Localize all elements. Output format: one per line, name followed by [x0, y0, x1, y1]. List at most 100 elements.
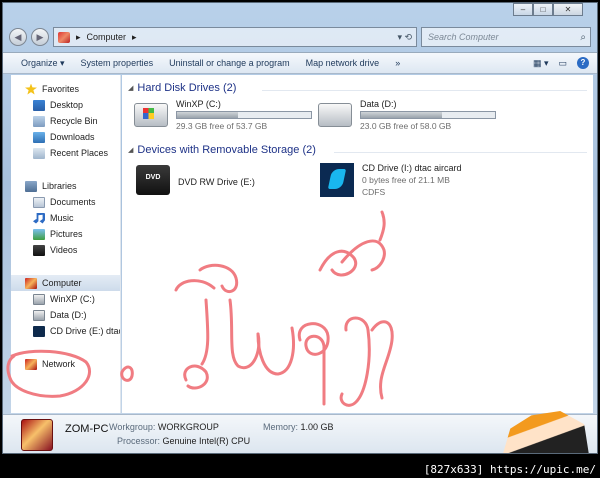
breadcrumb-computer[interactable]: Computer [87, 32, 127, 42]
sidebar-item-label: Data (D:) [50, 310, 87, 320]
content-pane: ◢ Hard Disk Drives (2) WinXP (C:) 29.3 GB… [122, 75, 593, 413]
sidebar-item-libraries[interactable]: Libraries [11, 178, 120, 194]
sidebar-item-label: Computer [42, 278, 82, 288]
help-icon[interactable]: ? [577, 57, 589, 69]
sidebar-item-drive-d[interactable]: Data (D:) [11, 307, 120, 323]
sidebar-item-cd-drive[interactable]: CD Drive (E:) dtac [11, 323, 120, 339]
recent-places-icon [33, 147, 45, 159]
breadcrumb-separator: ▸ [132, 31, 137, 42]
sidebar-item-label: Videos [50, 245, 78, 255]
computer-name: ZOM-PC [65, 423, 109, 435]
navigation-pane: Favorites Desktop Recycle Bin Downloads … [11, 75, 121, 413]
sidebar-item-label: Downloads [50, 132, 95, 142]
explorer-window: – □ ✕ ◀ ▶ ▸ Computer ▸ ▾ ⟲ Search Comput… [2, 2, 598, 454]
back-button[interactable]: ◀ [9, 28, 27, 46]
dvd-drive-icon: DVD [136, 165, 170, 195]
drive-free-space: 23.0 GB free of 58.0 GB [360, 121, 452, 131]
address-row: ◀ ▶ ▸ Computer ▸ ▾ ⟲ Search Computer ⌕ [9, 25, 591, 49]
drive-free-space: 29.3 GB free of 53.7 GB [176, 121, 268, 131]
sidebar-item-videos[interactable]: Videos [11, 242, 120, 258]
preview-pane-icon[interactable]: ▭ [558, 58, 567, 69]
hard-drive-icon [33, 293, 45, 305]
drive-name: WinXP (C:) [176, 99, 221, 109]
anime-character-decoration [502, 411, 589, 453]
view-options-icon[interactable]: ▦ ▾ [533, 58, 549, 69]
cd-drive-icon [33, 325, 45, 337]
hard-drive-icon [318, 103, 352, 127]
collapse-arrow-icon[interactable]: ◢ [128, 146, 133, 154]
search-icon[interactable]: ⌕ [580, 32, 586, 43]
address-bar[interactable]: ▸ Computer ▸ ▾ ⟲ [53, 27, 417, 47]
sidebar-item-music[interactable]: Music [11, 210, 120, 226]
sidebar-item-label: Libraries [42, 181, 77, 191]
drive-name: Data (D:) [360, 99, 397, 109]
sidebar-item-desktop[interactable]: Desktop [11, 97, 120, 113]
sidebar-item-pictures[interactable]: Pictures [11, 226, 120, 242]
collapse-arrow-icon[interactable]: ◢ [128, 84, 133, 92]
group-divider [262, 90, 587, 91]
windows-drive-icon [134, 103, 168, 127]
downloads-icon [33, 131, 45, 143]
documents-icon [33, 196, 45, 208]
group-header-hard-disks[interactable]: ◢ Hard Disk Drives (2) [128, 82, 236, 94]
sidebar-item-drive-c[interactable]: WinXP (C:) [11, 291, 120, 307]
sidebar-item-recent-places[interactable]: Recent Places [11, 145, 120, 161]
sidebar-item-network[interactable]: Network [11, 356, 120, 372]
window-controls: – □ ✕ [513, 3, 583, 17]
sidebar-item-label: Recent Places [50, 148, 109, 158]
drive-name: CD Drive (I:) dtac aircard [362, 163, 462, 173]
sidebar-item-label: CD Drive (E:) dtac [50, 326, 120, 336]
memory-info: Memory: 1.00 GB [263, 422, 334, 432]
recycle-bin-icon [33, 115, 45, 127]
drive-tile-dvd[interactable]: DVD DVD RW Drive (E:) [136, 165, 316, 201]
search-placeholder: Search Computer [428, 32, 499, 42]
group-title: Devices with Removable Storage (2) [137, 144, 316, 156]
sidebar-item-label: Music [50, 213, 74, 223]
drive-tile-cd[interactable]: CD Drive (I:) dtac aircard 0 bytes free … [320, 163, 540, 199]
processor-info: Processor: Genuine Intel(R) CPU [117, 436, 251, 446]
maximize-button[interactable]: □ [533, 3, 553, 16]
drive-tile-c[interactable]: WinXP (C:) 29.3 GB free of 53.7 GB [134, 99, 314, 135]
computer-icon [25, 277, 37, 289]
sidebar-item-downloads[interactable]: Downloads [11, 129, 120, 145]
sidebar-item-documents[interactable]: Documents [11, 194, 120, 210]
libraries-icon [25, 180, 37, 192]
forward-button[interactable]: ▶ [31, 28, 49, 46]
minimize-button[interactable]: – [513, 3, 533, 16]
music-icon [33, 212, 45, 224]
sidebar-item-label: Pictures [50, 229, 83, 239]
close-button[interactable]: ✕ [553, 3, 583, 16]
group-divider [334, 152, 587, 153]
drive-tile-d[interactable]: Data (D:) 23.0 GB free of 58.0 GB [318, 99, 498, 135]
more-commands-button[interactable]: » [387, 58, 408, 68]
sidebar-item-computer[interactable]: Computer [11, 275, 120, 291]
uninstall-program-button[interactable]: Uninstall or change a program [161, 58, 298, 68]
drive-free-space: 0 bytes free of 21.1 MB [362, 175, 450, 185]
map-network-drive-button[interactable]: Map network drive [298, 58, 388, 68]
refresh-icon[interactable]: ▾ ⟲ [397, 32, 412, 43]
group-header-removable[interactable]: ◢ Devices with Removable Storage (2) [128, 144, 316, 156]
computer-avatar [21, 419, 53, 451]
sidebar-item-label: Network [42, 359, 76, 369]
group-title: Hard Disk Drives (2) [137, 82, 237, 94]
network-icon [25, 358, 37, 370]
videos-icon [33, 244, 45, 256]
command-bar: Organize ▾ System properties Uninstall o… [3, 52, 597, 74]
system-properties-button[interactable]: System properties [73, 58, 162, 68]
drive-name: DVD RW Drive (E:) [178, 177, 255, 187]
sidebar-item-favorites[interactable]: Favorites [11, 81, 120, 97]
drive-filesystem: CDFS [362, 187, 386, 197]
sidebar-item-label: WinXP (C:) [50, 294, 95, 304]
sidebar-item-label: Recycle Bin [50, 116, 98, 126]
hard-drive-icon [33, 309, 45, 321]
sidebar-item-recycle-bin[interactable]: Recycle Bin [11, 113, 120, 129]
search-input[interactable]: Search Computer ⌕ [421, 27, 591, 47]
drive-usage-fill [177, 112, 238, 118]
organize-button[interactable]: Organize ▾ [13, 58, 73, 69]
star-icon [25, 83, 37, 95]
breadcrumb-separator: ▸ [76, 31, 81, 42]
dtac-logo-icon [320, 163, 354, 197]
drive-usage-bar [176, 111, 312, 119]
drive-usage-fill [361, 112, 442, 118]
sidebar-item-label: Desktop [50, 100, 84, 110]
